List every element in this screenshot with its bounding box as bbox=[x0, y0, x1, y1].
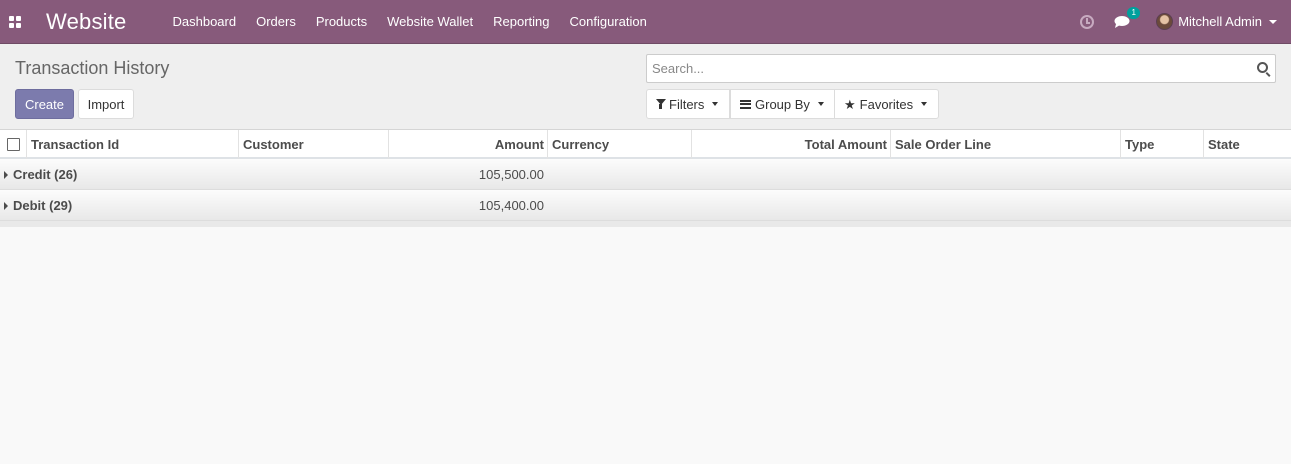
avatar bbox=[1156, 13, 1174, 30]
column-header-total-amount[interactable]: Total Amount bbox=[691, 130, 891, 159]
user-menu[interactable]: Mitchell Admin bbox=[1156, 13, 1277, 30]
select-all-checkbox[interactable] bbox=[6, 138, 20, 151]
favorites-label: Favorites bbox=[859, 96, 914, 112]
column-header-type[interactable]: Type bbox=[1120, 130, 1203, 159]
column-header-sale-order-line[interactable]: Sale Order Line bbox=[890, 130, 1121, 159]
funnel-icon bbox=[656, 99, 666, 109]
control-panel: Transaction History Create Import Filter… bbox=[0, 44, 1291, 130]
caret-right-icon bbox=[4, 170, 8, 179]
select-all-cell bbox=[0, 130, 26, 159]
messaging-menu[interactable]: 1 bbox=[1114, 6, 1141, 28]
apps-menu-icon[interactable] bbox=[0, 0, 30, 44]
group-row-debit[interactable]: Debit (29) 105,400.00 bbox=[0, 190, 1291, 221]
group-amount-sum: 105,400.00 bbox=[478, 198, 544, 213]
group-title: Debit (29) bbox=[13, 198, 73, 213]
search-icon[interactable] bbox=[1257, 62, 1268, 73]
column-header-customer[interactable]: Customer bbox=[238, 130, 388, 159]
search-box bbox=[646, 54, 1276, 83]
caret-down-icon bbox=[817, 102, 824, 106]
menu-item-products[interactable]: Products bbox=[306, 0, 377, 44]
caret-down-icon bbox=[921, 102, 928, 106]
filters-label: Filters bbox=[669, 96, 705, 112]
activity-clock-icon[interactable] bbox=[1080, 14, 1095, 29]
bars-icon bbox=[740, 99, 751, 109]
star-icon: ★ bbox=[844, 96, 856, 112]
main-menu: Dashboard Orders Products Website Wallet… bbox=[162, 0, 656, 44]
column-header-state[interactable]: State bbox=[1203, 130, 1291, 159]
column-header-transaction-id[interactable]: Transaction Id bbox=[26, 130, 238, 159]
import-button[interactable]: Import bbox=[78, 89, 134, 119]
menu-item-reporting[interactable]: Reporting bbox=[483, 0, 559, 44]
group-amount-sum: 105,500.00 bbox=[478, 167, 544, 182]
column-header-currency[interactable]: Currency bbox=[547, 130, 692, 159]
column-header-amount[interactable]: Amount bbox=[388, 130, 548, 159]
group-row-credit[interactable]: Credit (26) 105,500.00 bbox=[0, 159, 1291, 190]
caret-down-icon bbox=[712, 102, 719, 106]
caret-right-icon bbox=[4, 201, 8, 210]
app-brand[interactable]: Website bbox=[46, 9, 126, 35]
group-by-label: Group By bbox=[755, 96, 810, 112]
group-label: Debit (29) bbox=[4, 190, 72, 221]
group-label: Credit (26) bbox=[4, 159, 77, 190]
chat-icon bbox=[1114, 15, 1130, 28]
menu-item-dashboard[interactable]: Dashboard bbox=[162, 0, 246, 44]
menu-item-orders[interactable]: Orders bbox=[246, 0, 306, 44]
table-header: Transaction Id Customer Amount Currency … bbox=[0, 130, 1291, 159]
filters-dropdown-button[interactable]: Filters bbox=[646, 89, 730, 119]
chevron-down-icon bbox=[1269, 19, 1277, 24]
transactions-table: Transaction Id Customer Amount Currency … bbox=[0, 130, 1291, 227]
user-name: Mitchell Admin bbox=[1178, 14, 1262, 29]
chat-counter-badge: 1 bbox=[1127, 6, 1141, 19]
group-by-dropdown-button[interactable]: Group By bbox=[730, 89, 835, 119]
create-button[interactable]: Create bbox=[15, 89, 74, 119]
favorites-dropdown-button[interactable]: ★ Favorites bbox=[834, 89, 939, 119]
page-title: Transaction History bbox=[15, 58, 170, 78]
search-input[interactable] bbox=[652, 58, 1242, 79]
group-title: Credit (26) bbox=[13, 167, 78, 182]
menu-item-configuration[interactable]: Configuration bbox=[560, 0, 657, 44]
menu-item-website-wallet[interactable]: Website Wallet bbox=[377, 0, 483, 44]
navbar-right: 1 Mitchell Admin bbox=[1080, 0, 1291, 44]
top-navbar: Website Dashboard Orders Products Websit… bbox=[0, 0, 1291, 44]
table-footer bbox=[0, 221, 1291, 227]
